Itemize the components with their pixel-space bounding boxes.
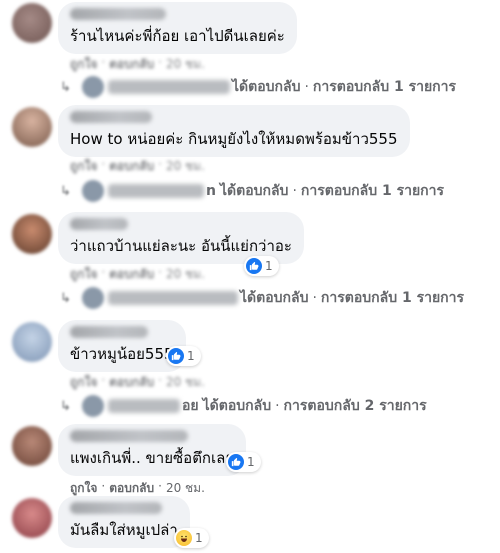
reply-count: การตอบกลับ 1 รายการ [312,79,457,95]
comment-author[interactable] [70,218,128,230]
avatar[interactable] [12,107,52,147]
reaction-badge[interactable]: 1 [166,346,201,366]
comment-text: ร้านไหนค่ะพี่ก้อย เอาไปดีนเลยค่ะ [70,27,285,45]
reply-arrow-icon: ↳ [60,290,71,306]
comment-actions: ถูกใจ · ตอบกลับ · 20 ชม. [70,265,205,284]
comment-time[interactable]: 20 ชม. [166,55,205,74]
comment-bubble: How to หน่อยค่ะ กินหมูยังไงให้หมดพร้อมข้… [58,105,410,157]
comment-author[interactable] [70,326,148,338]
reply-action[interactable]: ตอบกลับ [109,373,154,392]
reply-action[interactable]: ตอบกลับ [109,265,154,284]
reply-author-name [108,184,204,198]
reaction-count: 1 [247,455,255,469]
reply-count: การตอบกลับ 2 รายการ [283,398,427,414]
comment-text: How to หน่อยค่ะ กินหมูยังไงให้หมดพร้อมข้… [70,130,398,148]
reply-author-name [108,399,180,413]
comment-actions: ถูกใจ · ตอบกลับ · 20 ชม. [70,157,205,176]
replies-summary[interactable]: ↳ n ได้ตอบกลับ · การตอบกลับ 1 รายการ [60,179,444,203]
reply-verb: ได้ตอบกลับ [232,79,301,95]
replies-summary[interactable]: ↳ ได้ตอบกลับ · การตอบกลับ 1 รายการ [60,75,456,99]
comment-text: ข้าวหมูน้อย555 [70,345,174,363]
reaction-count: 1 [187,349,195,363]
reply-arrow-icon: ↳ [60,398,71,414]
reply-separator: · [275,398,280,414]
comment-actions: ถูกใจ · ตอบกลับ · 20 ชม. [70,55,205,74]
like-action[interactable]: ถูกใจ [70,265,97,284]
reply-arrow-icon: ↳ [60,183,71,199]
reply-author-name [108,291,238,305]
reply-name-tail: อย [182,398,199,414]
avatar[interactable] [12,426,52,466]
like-action[interactable]: ถูกใจ [70,55,97,74]
reply-author-name [108,80,230,94]
comment-author[interactable] [70,8,166,20]
reply-name-tail: n [206,183,216,199]
comment-actions: ถูกใจ · ตอบกลับ · 20 ชม. [70,373,205,392]
comment-author[interactable] [70,502,162,514]
avatar[interactable] [12,214,52,254]
thumbs-up-icon [228,454,244,470]
reply-verb: ได้ตอบกลับ [219,183,289,199]
reply-separator: · [312,290,317,306]
reaction-count: 1 [195,531,203,545]
thumbs-up-icon [168,348,184,364]
avatar[interactable] [12,498,52,538]
reaction-count: 1 [265,259,273,273]
replies-summary[interactable]: ↳ อย ได้ตอบกลับ · การตอบกลับ 2 รายการ [60,394,427,418]
comment-text: ว่าแถวบ้านแย่ละนะ อันนี้แย่กว่าอะ [70,237,292,255]
comment-text: มันลืมใส่หมูเปล่า [70,521,178,539]
comment-bubble: ร้านไหนค่ะพี่ก้อย เอาไปดีนเลยค่ะ [58,2,297,54]
reply-separator: · [304,79,309,95]
avatar[interactable] [12,3,52,43]
reaction-badge[interactable]: 1 [174,528,209,548]
reply-avatar [82,395,104,417]
reply-count: การตอบกลับ 1 รายการ [300,183,445,199]
comment-time[interactable]: 20 ชม. [166,157,205,176]
avatar[interactable] [12,322,52,362]
reply-separator: · [292,183,297,199]
reaction-badge[interactable]: 1 [244,256,279,276]
reply-count: การตอบกลับ 1 รายการ [320,290,465,306]
reply-avatar [82,287,104,309]
comment-time[interactable]: 20 ชม. [166,265,205,284]
reply-arrow-icon: ↳ [60,79,71,95]
reply-verb: ได้ตอบกลับ [240,290,309,306]
comment-text: แพงเกินพี่.. ขายซื้อตึกเลย [70,449,235,467]
like-action[interactable]: ถูกใจ [70,373,97,392]
haha-emoji-icon [176,530,192,546]
reaction-badge[interactable]: 1 [226,452,261,472]
thumbs-up-icon [246,258,262,274]
comment-bubble: แพงเกินพี่.. ขายซื้อตึกเลย [58,424,247,476]
comment-bubble: มันลืมใส่หมูเปล่า [58,496,190,548]
comment-time[interactable]: 20 ชม. [166,373,205,392]
like-action[interactable]: ถูกใจ [70,157,97,176]
comment-author[interactable] [70,111,152,123]
reply-action[interactable]: ตอบกลับ [109,157,154,176]
reply-verb: ได้ตอบกลับ [202,398,272,414]
comment-author[interactable] [70,430,188,442]
comment-bubble: ข้าวหมูน้อย555 [58,320,186,372]
reply-avatar [82,180,104,202]
reply-avatar [82,76,104,98]
reply-action[interactable]: ตอบกลับ [109,55,154,74]
replies-summary[interactable]: ↳ ได้ตอบกลับ · การตอบกลับ 1 รายการ [60,286,464,310]
